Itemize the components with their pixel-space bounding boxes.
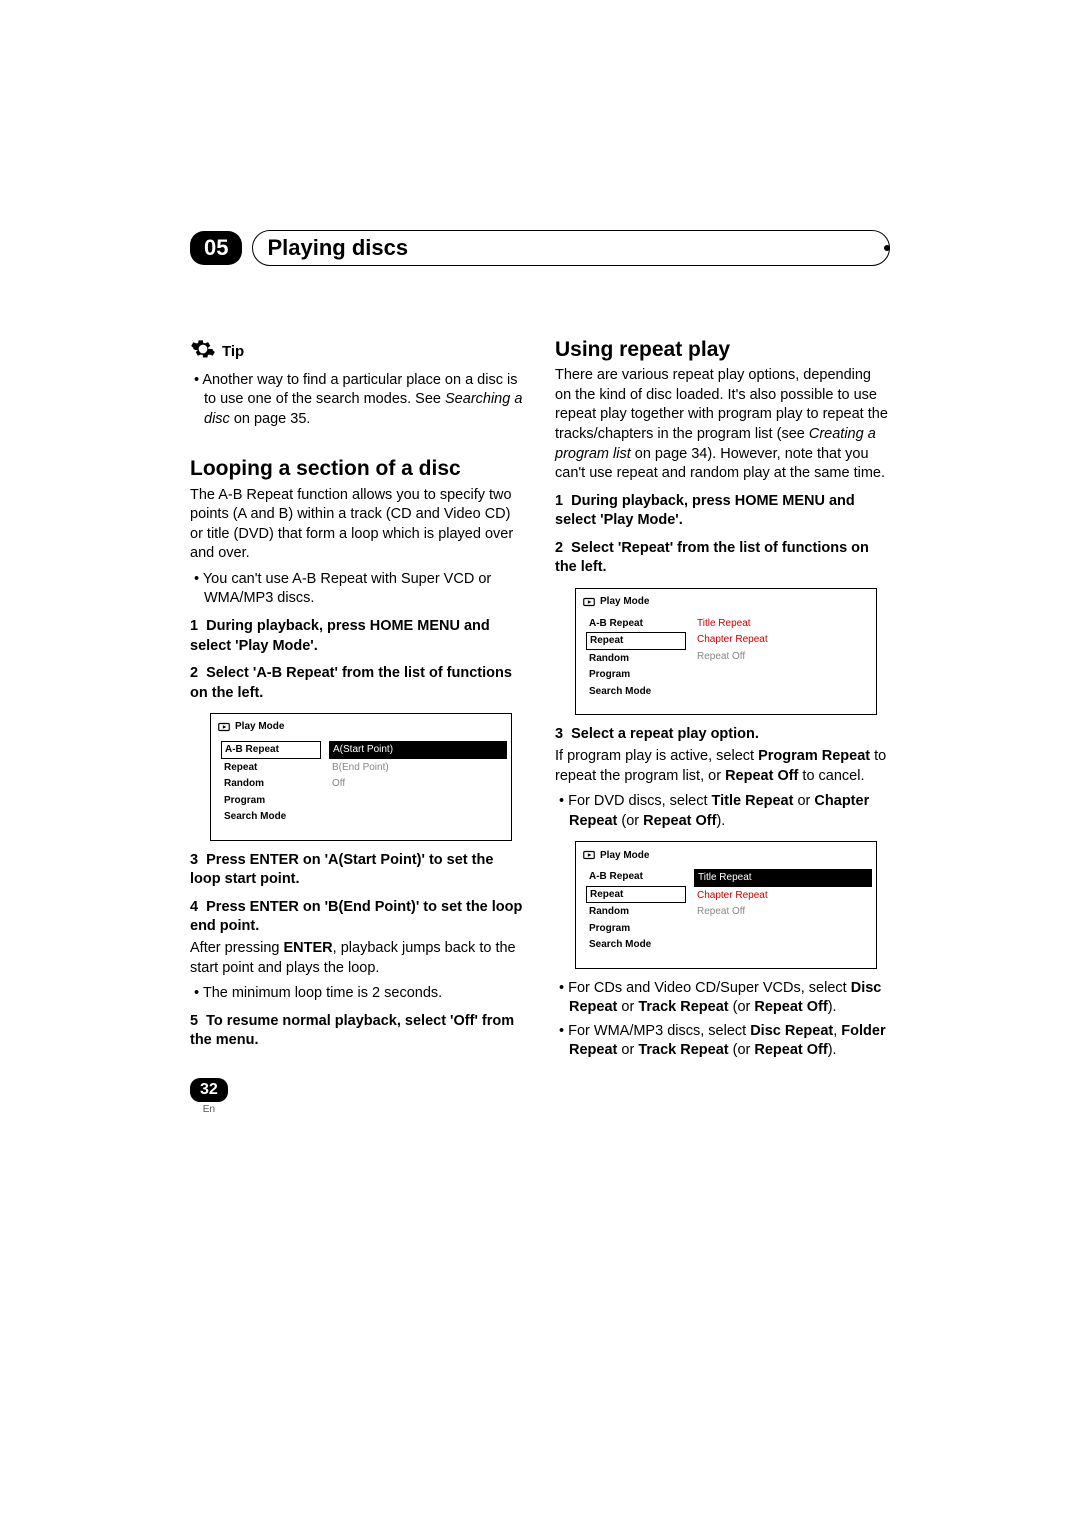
t: (or <box>729 1042 755 1058</box>
playmode-panel-ab: Play ModeA-B RepeatRepeatRandomProgramSe… <box>210 713 512 841</box>
t: ). <box>716 813 725 829</box>
step-number: 5 <box>190 1013 198 1029</box>
t: For WMA/MP3 discs, select <box>568 1023 750 1039</box>
step-number: 3 <box>555 726 563 742</box>
chapter-header: 05 Playing discs <box>190 230 890 266</box>
t: Repeat Off <box>754 999 827 1015</box>
cd-repeat-line: • For CDs and Video CD/Super VCDs, selec… <box>555 979 890 1018</box>
after-enter-pre: After pressing <box>190 940 284 956</box>
looping-step-5: 5 To resume normal playback, select 'Off… <box>190 1012 525 1051</box>
chapter-number-badge: 05 <box>190 231 242 265</box>
t: Program Repeat <box>758 748 870 764</box>
after-enter-bold: ENTER <box>284 940 333 956</box>
looping-step-3: 3 Press ENTER on 'A(Start Point)' to set… <box>190 851 525 890</box>
t: or <box>793 793 814 809</box>
tip-text: • Another way to find a particular place… <box>190 371 525 430</box>
repeat-step-2: 2 Select 'Repeat' from the list of funct… <box>555 539 890 578</box>
t: or <box>617 1042 638 1058</box>
min-loop-text: The minimum loop time is 2 seconds. <box>203 985 442 1001</box>
step-number: 2 <box>190 665 198 681</box>
content-columns: Tip • Another way to find a particular p… <box>190 336 890 1065</box>
playmode-panel-repeat-selected: Play ModeA-B RepeatRepeatRandomProgramSe… <box>575 841 877 969</box>
step-title: Press ENTER on 'B(End Point)' to set the… <box>190 899 522 935</box>
t: Disc Repeat <box>750 1023 833 1039</box>
program-repeat-line: If program play is active, select Progra… <box>555 747 890 786</box>
looping-note-text: You can't use A-B Repeat with Super VCD … <box>203 571 491 607</box>
page-lang: En <box>190 1104 228 1115</box>
playmode-panel-repeat: Play ModeA-B RepeatRepeatRandomProgramSe… <box>575 588 877 716</box>
t: (or <box>729 999 755 1015</box>
repeat-step-3: 3 Select a repeat play option. <box>555 725 890 745</box>
t: If program play is active, select <box>555 748 758 764</box>
t: Repeat Off <box>754 1042 827 1058</box>
repeat-heading: Using repeat play <box>555 336 890 364</box>
looping-step-4: 4 Press ENTER on 'B(End Point)' to set t… <box>190 898 525 937</box>
repeat-intro: There are various repeat play options, d… <box>555 366 890 483</box>
t: to cancel. <box>798 768 864 784</box>
step-number: 1 <box>555 493 563 509</box>
tip-label: Tip <box>222 342 244 362</box>
min-loop-note: • The minimum loop time is 2 seconds. <box>190 984 525 1004</box>
t: Title Repeat <box>712 793 794 809</box>
step-title: During playback, press HOME MENU and sel… <box>555 493 855 529</box>
looping-step-1: 1 During playback, press HOME MENU and s… <box>190 617 525 656</box>
step-title: Select a repeat play option. <box>571 726 759 742</box>
t: Track Repeat <box>638 1042 728 1058</box>
right-column: Using repeat play There are various repe… <box>555 336 890 1065</box>
wma-repeat-line: • For WMA/MP3 discs, select Disc Repeat,… <box>555 1022 890 1061</box>
looping-note: • You can't use A-B Repeat with Super VC… <box>190 570 525 609</box>
page-number-badge: 32 En <box>190 1078 228 1115</box>
repeat-step-1: 1 During playback, press HOME MENU and s… <box>555 492 890 531</box>
t: (or <box>617 813 643 829</box>
step-number: 4 <box>190 899 198 915</box>
step-title: Select 'A-B Repeat' from the list of fun… <box>190 665 512 701</box>
t: ). <box>828 1042 837 1058</box>
t: Repeat Off <box>643 813 716 829</box>
looping-intro: The A-B Repeat function allows you to sp… <box>190 486 525 564</box>
chapter-title: Playing discs <box>252 230 890 266</box>
step-number: 1 <box>190 618 198 634</box>
step-title: To resume normal playback, select 'Off' … <box>190 1013 514 1049</box>
t: ). <box>828 999 837 1015</box>
manual-page: 05 Playing discs Tip • Another way to fi… <box>0 0 1080 1165</box>
tip-after: on page 35. <box>230 411 311 427</box>
step-number: 3 <box>190 852 198 868</box>
step-title: Select 'Repeat' from the list of functio… <box>555 540 869 576</box>
t: Track Repeat <box>638 999 728 1015</box>
step-number: 2 <box>555 540 563 556</box>
t: For CDs and Video CD/Super VCDs, select <box>568 980 851 996</box>
tip-heading: Tip <box>190 336 525 369</box>
dvd-repeat-line: • For DVD discs, select Title Repeat or … <box>555 792 890 831</box>
t: Repeat Off <box>725 768 798 784</box>
t: For DVD discs, select <box>568 793 711 809</box>
looping-step-2: 2 Select 'A-B Repeat' from the list of f… <box>190 664 525 703</box>
looping-heading: Looping a section of a disc <box>190 455 525 483</box>
gear-icon <box>190 336 216 369</box>
left-column: Tip • Another way to find a particular p… <box>190 336 525 1065</box>
step-title: Press ENTER on 'A(Start Point)' to set t… <box>190 852 493 888</box>
after-enter-line: After pressing ENTER, playback jumps bac… <box>190 939 525 978</box>
t: or <box>617 999 638 1015</box>
step-title: During playback, press HOME MENU and sel… <box>190 618 490 654</box>
page-number: 32 <box>190 1078 228 1102</box>
